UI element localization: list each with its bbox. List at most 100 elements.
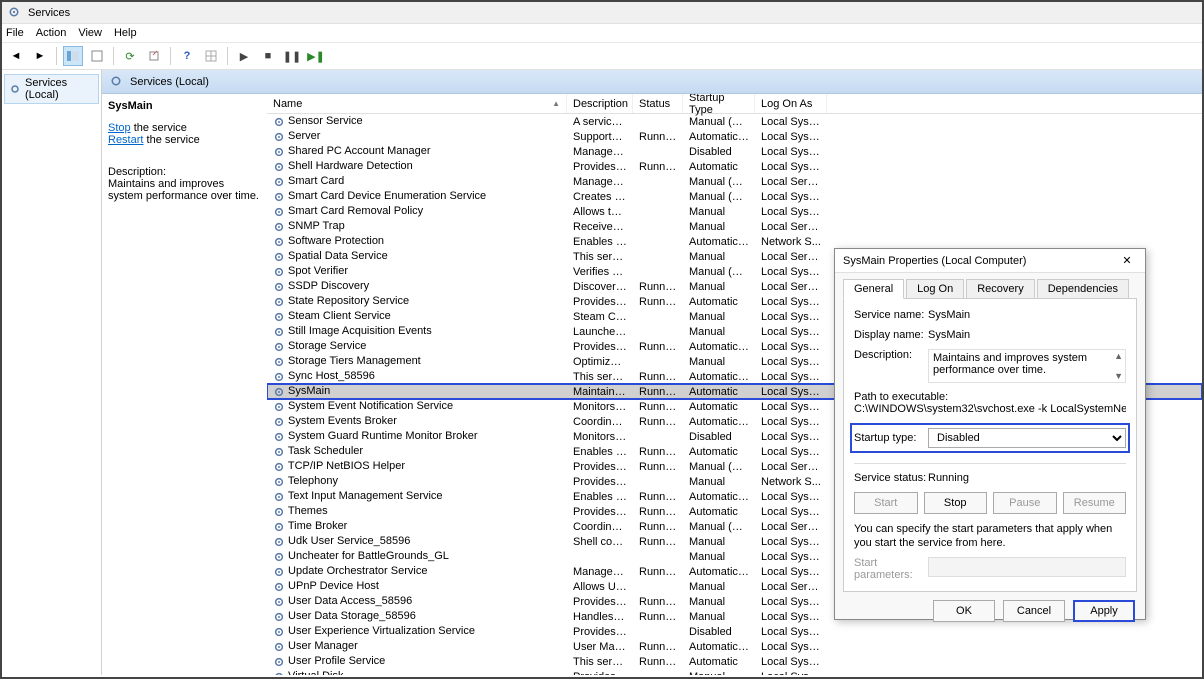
tree-label: Services (Local) [25,77,94,101]
service-icon [273,595,285,607]
toolbar-separator [56,47,57,65]
table-row[interactable]: ServerSupports fil...RunningAutomatic (T… [267,129,1202,144]
resume-button[interactable]: Resume [1063,492,1127,514]
column-description[interactable]: Description [567,94,633,113]
service-icon [273,340,285,352]
service-icon [273,580,285,592]
table-row[interactable]: Sensor ServiceA service fo...Manual (Tri… [267,114,1202,129]
restart-service-button[interactable]: ▶❚ [306,46,326,66]
tab-recovery[interactable]: Recovery [966,279,1034,299]
services-icon [9,83,21,95]
ok-button[interactable]: OK [933,600,995,622]
start-service-button[interactable]: ▶ [234,46,254,66]
service-icon [273,400,285,412]
service-icon [273,445,285,457]
tree-services-local[interactable]: Services (Local) [4,74,99,104]
restart-service-link-row: Restart the service [108,134,261,146]
service-icon [273,415,285,427]
services-icon [8,6,22,20]
label-description: Description: [854,349,928,383]
label-service-name: Service name: [854,309,928,321]
table-row[interactable]: Shared PC Account ManagerManages pr...Di… [267,144,1202,159]
service-icon [273,610,285,622]
dialog-title: SysMain Properties (Local Computer) [843,255,1026,267]
stop-link[interactable]: Stop [108,122,131,134]
menu-action[interactable]: Action [36,27,67,39]
table-row[interactable]: Software ProtectionEnables the ...Automa… [267,234,1202,249]
column-name[interactable]: Name▲ [267,94,567,113]
restart-link[interactable]: Restart [108,134,143,146]
forward-button[interactable]: ► [30,46,50,66]
cancel-button[interactable]: Cancel [1003,600,1065,622]
dialog-titlebar: SysMain Properties (Local Computer) ✕ [835,249,1145,273]
detail-panel: SysMain Stop the service Restart the ser… [102,94,267,675]
export-button[interactable] [144,46,164,66]
show-hide-tree-button[interactable] [63,46,83,66]
properties-button[interactable] [87,46,107,66]
column-startup-type[interactable]: Startup Type [683,94,755,113]
service-icon [273,370,285,382]
column-logon-as[interactable]: Log On As [755,94,827,113]
column-status[interactable]: Status [633,94,683,113]
service-icon [273,235,285,247]
table-row[interactable]: User ManagerUser Manag...RunningAutomati… [267,639,1202,654]
service-icon [273,115,285,127]
service-icon [273,490,285,502]
start-button[interactable]: Start [854,492,918,514]
toolbar-separator [227,47,228,65]
menu-file[interactable]: File [6,27,24,39]
service-icon [273,295,285,307]
service-control-buttons: Start Stop Pause Resume [854,492,1126,514]
table-row[interactable]: Smart CardManages ac...Manual (Trig...Lo… [267,174,1202,189]
table-row[interactable]: Virtual DiskProvides m...ManualLocal Sys… [267,669,1202,675]
startup-type-row: Startup type: Disabled [850,423,1130,453]
service-icon [273,655,285,667]
service-icon [273,280,285,292]
value-description: Maintains and improves system performanc… [928,349,1126,383]
table-row[interactable]: SNMP TrapReceives tra...ManualLocal Serv… [267,219,1202,234]
stop-button[interactable]: Stop [924,492,988,514]
service-icon [273,505,285,517]
service-icon [273,640,285,652]
table-row[interactable]: Smart Card Removal PolicyAllows the s...… [267,204,1202,219]
apply-button[interactable]: Apply [1073,600,1135,622]
value-service-name: SysMain [928,309,1126,321]
service-icon [273,460,285,472]
value-path: C:\WINDOWS\system32\svchost.exe -k Local… [854,403,1126,415]
tab-dependencies[interactable]: Dependencies [1037,279,1129,299]
start-params-hint: You can specify the start parameters tha… [854,522,1126,551]
pause-button[interactable]: Pause [993,492,1057,514]
table-row[interactable]: Shell Hardware DetectionProvides no...Ru… [267,159,1202,174]
label-start-params: Start parameters: [854,557,928,581]
scroll-down-icon[interactable]: ▼ [1114,371,1123,381]
service-icon [273,670,285,675]
help-button[interactable]: ? [177,46,197,66]
service-icon [273,535,285,547]
startup-type-select[interactable]: Disabled [928,428,1126,448]
stop-service-link-row: Stop the service [108,122,261,134]
back-button[interactable]: ◄ [6,46,26,66]
service-icon [273,355,285,367]
window-titlebar: Services [2,2,1202,24]
menu-help[interactable]: Help [114,27,137,39]
table-row[interactable]: User Profile ServiceThis service ...Runn… [267,654,1202,669]
grid-button[interactable] [201,46,221,66]
close-icon[interactable]: ✕ [1117,254,1137,267]
sort-asc-icon: ▲ [552,99,560,108]
service-icon [273,220,285,232]
menu-view[interactable]: View [78,27,102,39]
table-row[interactable]: Smart Card Device Enumeration ServiceCre… [267,189,1202,204]
label-display-name: Display name: [854,329,928,341]
service-icon [273,475,285,487]
scroll-up-icon[interactable]: ▲ [1114,351,1123,361]
toolbar-separator [113,47,114,65]
dialog-footer: OK Cancel Apply [835,600,1145,632]
refresh-button[interactable]: ⟳ [120,46,140,66]
services-icon [110,75,124,89]
service-icon [273,175,285,187]
tab-general[interactable]: General [843,279,904,299]
stop-service-button[interactable]: ■ [258,46,278,66]
tab-logon[interactable]: Log On [906,279,964,299]
pause-service-button[interactable]: ❚❚ [282,46,302,66]
dialog-tabs: General Log On Recovery Dependencies [835,273,1145,299]
